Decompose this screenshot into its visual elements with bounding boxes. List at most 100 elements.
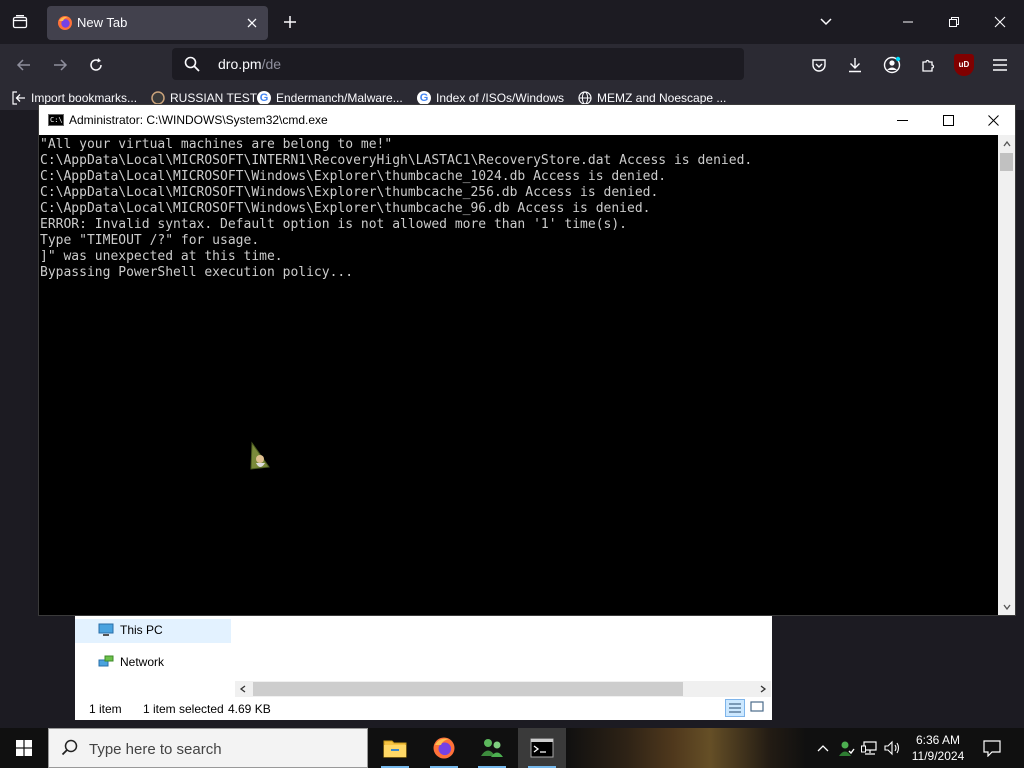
tab-title: New Tab (77, 15, 128, 30)
back-button[interactable] (13, 54, 35, 76)
google-icon: G (417, 91, 431, 105)
console-line: ]" was unexpected at this time. (40, 249, 283, 264)
tab-list-icon (12, 15, 28, 29)
pocket-button[interactable] (808, 54, 830, 76)
tray-volume[interactable] (883, 738, 903, 758)
url-bar[interactable]: dro.pm/de (172, 48, 744, 80)
console-line: Type "TIMEOUT /?" for usage. (40, 233, 260, 248)
taskbar-users-app[interactable] (468, 728, 516, 768)
nav-item-network[interactable]: Network (98, 655, 164, 669)
console-line: "All your virtual machines are belong to… (40, 137, 393, 152)
scrollbar-thumb[interactable] (253, 682, 683, 696)
tray-user-app[interactable] (836, 738, 856, 758)
reload-icon (90, 58, 102, 71)
user-tray-icon (839, 741, 855, 756)
cmd-window-title: Administrator: C:\WINDOWS\System32\cmd.e… (69, 113, 328, 127)
browser-tab-bar: New Tab (0, 0, 1024, 44)
bookmark-label: Endermanch/Malware... (276, 91, 403, 105)
puzzle-icon (922, 59, 935, 72)
close-icon (994, 16, 1006, 28)
browser-close-button[interactable] (990, 12, 1010, 32)
taskbar-command-prompt[interactable] (518, 728, 566, 768)
url-text: dro.pm/de (218, 56, 281, 72)
folder-icon (383, 740, 407, 758)
tab-new-tab[interactable]: New Tab (47, 6, 268, 40)
new-tab-button[interactable] (280, 12, 300, 32)
cmd-close-button[interactable] (970, 105, 1016, 135)
scroll-left-icon (239, 685, 246, 693)
arrow-left-icon (16, 59, 30, 71)
taskbar-file-explorer[interactable] (371, 728, 419, 768)
url-host: dro.pm (218, 56, 262, 72)
details-view-button[interactable] (725, 699, 745, 717)
ublock-origin-icon[interactable]: uD (954, 54, 974, 76)
large-icons-view-icon (750, 701, 764, 712)
search-placeholder: Type here to search (89, 741, 222, 758)
cmd-title-bar[interactable]: C:\ Administrator: C:\WINDOWS\System32\c… (39, 105, 1015, 135)
taskbar-firefox[interactable] (420, 728, 468, 768)
console-output[interactable]: "All your virtual machines are belong to… (40, 137, 998, 615)
scroll-down-icon (1002, 604, 1011, 610)
file-explorer-window: This PC Network 1 item 1 item selected 4… (75, 613, 772, 720)
import-icon (12, 91, 25, 105)
minimize-icon (903, 21, 913, 23)
tab-close-button[interactable] (244, 15, 260, 31)
cmd-maximize-button[interactable] (925, 105, 971, 135)
nav-item-this-pc[interactable]: This PC (98, 623, 163, 637)
nav-item-label: Network (120, 655, 165, 669)
show-hidden-icons-button[interactable] (813, 738, 833, 758)
scroll-down-button[interactable] (998, 598, 1015, 615)
app-menu-button[interactable] (989, 54, 1011, 76)
console-line: ERROR: Invalid syntax. Default option is… (40, 217, 627, 232)
url-path: /de (261, 56, 282, 72)
cmd-minimize-button[interactable] (879, 105, 925, 135)
forward-button[interactable] (49, 54, 71, 76)
tab-list-button[interactable] (6, 10, 34, 34)
tray-network[interactable] (860, 738, 880, 758)
firefox-icon (433, 737, 455, 759)
globe-icon (578, 91, 592, 105)
list-all-tabs-button[interactable] (816, 12, 836, 32)
selection-size: 4.69 KB (228, 702, 271, 716)
account-button[interactable] (881, 54, 903, 76)
taskbar-search-box[interactable]: Type here to search (48, 728, 368, 768)
vertical-scrollbar[interactable] (998, 135, 1015, 615)
scroll-right-icon (760, 685, 767, 693)
browser-minimize-button[interactable] (898, 12, 918, 32)
close-icon (247, 18, 257, 28)
network-tray-icon (861, 741, 877, 755)
search-icon (61, 739, 78, 756)
console-line: C:\AppData\Local\MICROSOFT\Windows\Explo… (40, 201, 651, 216)
item-count: 1 item (89, 702, 122, 716)
downloads-button[interactable] (844, 54, 866, 76)
console-line: Bypassing PowerShell execution policy... (40, 265, 354, 280)
chevron-down-icon (820, 18, 832, 26)
cmd-window[interactable]: C:\ Administrator: C:\WINDOWS\System32\c… (38, 104, 1016, 616)
horizontal-scrollbar[interactable] (235, 681, 771, 697)
windows-logo-icon (16, 740, 32, 756)
scrollbar-thumb[interactable] (1000, 153, 1013, 171)
scroll-up-icon (1002, 140, 1011, 146)
selection-count: 1 item selected (143, 702, 224, 716)
action-center-button[interactable] (980, 738, 1004, 758)
account-icon (883, 56, 901, 74)
start-button[interactable] (0, 728, 48, 768)
users-icon (481, 739, 503, 757)
restore-icon (949, 17, 959, 27)
clock-time: 6:36 AM (915, 733, 961, 747)
extensions-button[interactable] (917, 54, 939, 76)
firefox-favicon-icon (58, 16, 72, 30)
reload-button[interactable] (85, 54, 107, 76)
wizard-cursor-icon (250, 441, 270, 470)
volume-icon (884, 740, 900, 756)
browser-restore-button[interactable] (944, 12, 964, 32)
chevron-up-icon (817, 745, 829, 752)
network-icon (98, 655, 114, 667)
scroll-up-button[interactable] (998, 135, 1015, 152)
large-icons-view-button[interactable] (748, 699, 768, 717)
taskbar-clock[interactable]: 6:36 AM 11/9/2024 (906, 732, 970, 764)
arrow-right-icon (54, 59, 68, 71)
maximize-icon (942, 114, 954, 126)
site-icon (151, 91, 165, 105)
command-prompt-icon (530, 738, 554, 758)
